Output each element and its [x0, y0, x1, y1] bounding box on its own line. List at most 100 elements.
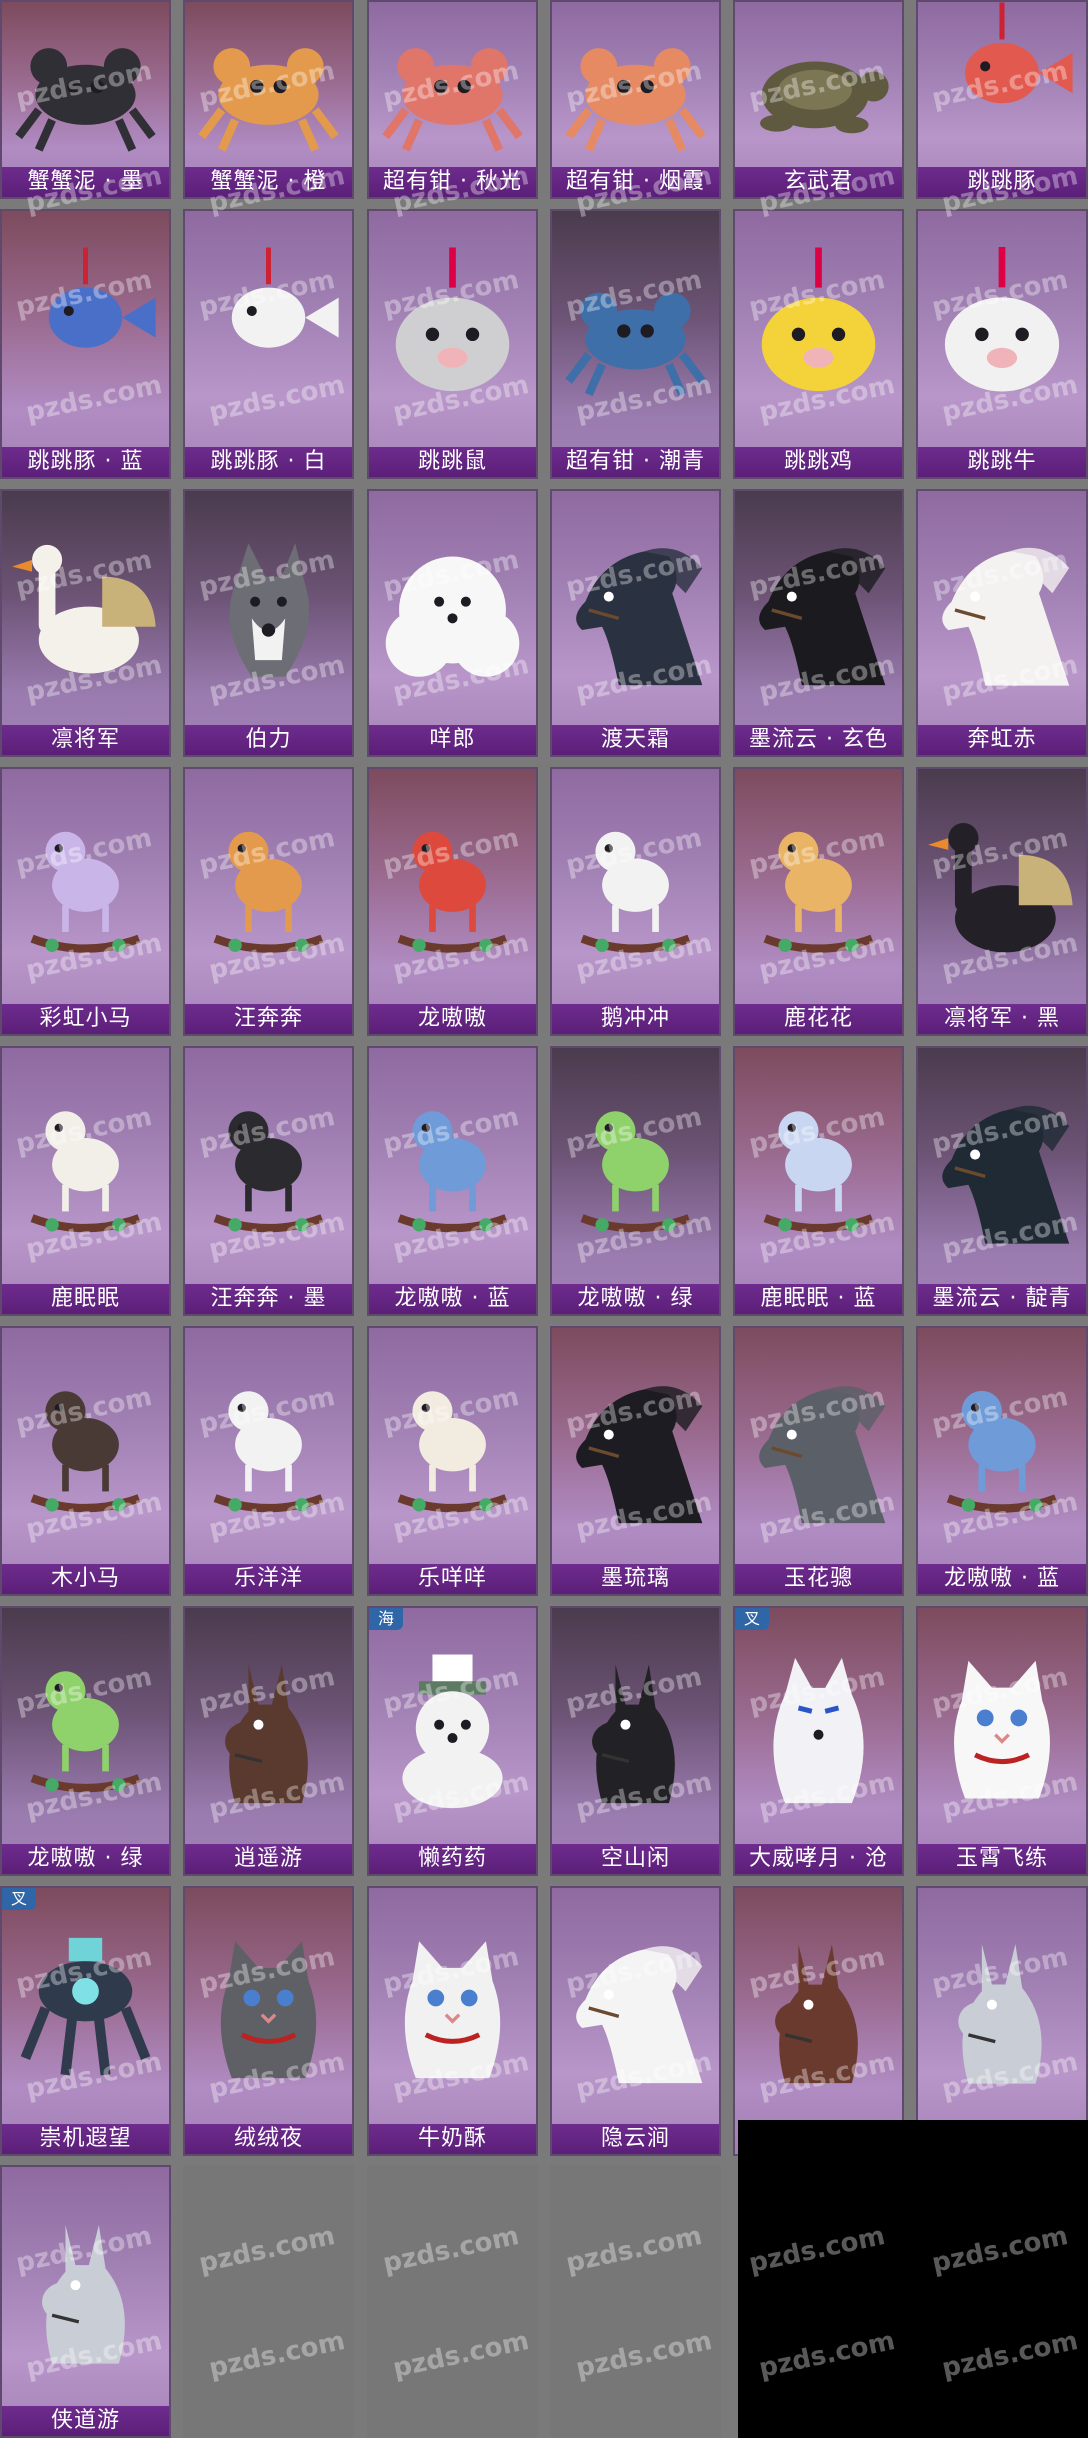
mount-name: 蟹蟹泥 · 墨 — [2, 167, 169, 197]
mount-card[interactable]: 墨流云 · 靛青 — [916, 1046, 1088, 1316]
mount-card[interactable]: 鹿眠眠 — [0, 1046, 171, 1316]
mount-card[interactable]: 咩郎 — [367, 489, 538, 757]
mount-image — [369, 211, 536, 451]
mount-card[interactable]: 叉崇机遐望 — [0, 1886, 171, 2156]
mount-image — [918, 1888, 1086, 2128]
mount-image — [735, 491, 902, 729]
mount-card[interactable]: 侠道游 — [0, 2165, 171, 2438]
mount-image — [2, 2167, 169, 2410]
mount-card[interactable]: 超有钳 · 潮青 — [550, 209, 721, 479]
mount-card[interactable]: 乐洋洋 — [183, 1326, 354, 1596]
mount-name: 玉霄飞练 — [918, 1844, 1086, 1874]
mount-card[interactable]: 乐咩咩 — [367, 1326, 538, 1596]
mount-card[interactable]: 玉花骢 — [733, 1326, 904, 1596]
mount-card[interactable] — [733, 1886, 904, 2156]
mount-image — [185, 2, 352, 171]
mount-image — [185, 1888, 352, 2128]
mount-name: 凛将军 — [2, 725, 169, 755]
mount-name: 墨琉璃 — [552, 1564, 719, 1594]
mount-card[interactable]: 伯力 — [183, 489, 354, 757]
mount-card[interactable]: 凛将军 — [0, 489, 171, 757]
mount-image — [918, 491, 1086, 729]
mount-card[interactable]: 逍遥游 — [183, 1606, 354, 1876]
mount-card[interactable]: 彩虹小马 — [0, 767, 171, 1036]
mount-card[interactable]: 汪奔奔 · 墨 — [183, 1046, 354, 1316]
mount-card[interactable]: 墨流云 · 玄色 — [733, 489, 904, 757]
mount-card[interactable]: 超有钳 · 烟霞 — [550, 0, 721, 199]
mount-image — [552, 2, 719, 171]
mount-name: 龙嗷嗷 · 蓝 — [918, 1564, 1086, 1594]
mount-card[interactable] — [916, 1886, 1088, 2156]
mount-name: 木小马 — [2, 1564, 169, 1594]
mount-card[interactable]: 蟹蟹泥 · 墨 — [0, 0, 171, 199]
mount-grid: 蟹蟹泥 · 墨 蟹蟹泥 · 橙 超有钳 · 秋光 超有钳 · 烟霞 玄武君 跳跳… — [0, 0, 1088, 2438]
mount-image — [369, 491, 536, 729]
mount-name: 跳跳豚 · 白 — [185, 447, 352, 477]
mount-name: 跳跳豚 — [918, 167, 1086, 197]
mount-card[interactable]: 龙嗷嗷 · 绿 — [550, 1046, 721, 1316]
mount-card[interactable]: 牛奶酥 — [367, 1886, 538, 2156]
mount-image — [735, 1328, 902, 1568]
mount-image — [918, 1048, 1086, 1288]
mount-card[interactable]: 奔虹赤 — [916, 489, 1088, 757]
mount-name: 跳跳豚 · 蓝 — [2, 447, 169, 477]
mount-card[interactable]: 叉大威哮月 · 沧 — [733, 1606, 904, 1876]
mount-card[interactable]: 跳跳鸡 — [733, 209, 904, 479]
mount-card[interactable]: 隐云涧 — [550, 1886, 721, 2156]
mount-card[interactable]: 渡天霜 — [550, 489, 721, 757]
mount-card[interactable]: 鹿眠眠 · 蓝 — [733, 1046, 904, 1316]
mount-name: 超有钳 · 潮青 — [552, 447, 719, 477]
mount-image — [735, 1888, 902, 2128]
blank-area — [738, 2120, 1088, 2438]
mount-card[interactable]: 跳跳鼠 — [367, 209, 538, 479]
mount-image — [369, 769, 536, 1008]
mount-card[interactable]: 跳跳豚 · 蓝 — [0, 209, 171, 479]
mount-image — [2, 2, 169, 171]
mount-name: 龙嗷嗷 — [369, 1004, 536, 1034]
mount-card[interactable]: 汪奔奔 — [183, 767, 354, 1036]
mount-image — [735, 211, 902, 451]
mount-image — [185, 1328, 352, 1568]
mount-card[interactable]: 蟹蟹泥 · 橙 — [183, 0, 354, 199]
mount-card[interactable]: 跳跳豚 · 白 — [183, 209, 354, 479]
mount-name: 侠道游 — [2, 2406, 169, 2436]
mount-name: 龙嗷嗷 · 绿 — [2, 1844, 169, 1874]
mount-name: 空山闲 — [552, 1844, 719, 1874]
mount-name: 玄武君 — [735, 167, 902, 197]
mount-name: 乐洋洋 — [185, 1564, 352, 1594]
mount-image — [369, 1608, 536, 1848]
mount-image — [552, 1608, 719, 1848]
mount-image — [552, 211, 719, 451]
mount-name: 鹿眠眠 — [2, 1284, 169, 1314]
mount-card[interactable]: 龙嗷嗷 · 蓝 — [916, 1326, 1088, 1596]
mount-name: 乐咩咩 — [369, 1564, 536, 1594]
mount-card[interactable]: 鹿花花 — [733, 767, 904, 1036]
mount-card[interactable]: 龙嗷嗷 — [367, 767, 538, 1036]
mount-card[interactable]: 墨琉璃 — [550, 1326, 721, 1596]
mount-image — [369, 1048, 536, 1288]
mount-card[interactable]: 绒绒夜 — [183, 1886, 354, 2156]
mount-name: 大威哮月 · 沧 — [735, 1844, 902, 1874]
mount-card[interactable]: 龙嗷嗷 · 蓝 — [367, 1046, 538, 1316]
mount-card[interactable]: 龙嗷嗷 · 绿 — [0, 1606, 171, 1876]
mount-name: 汪奔奔 · 墨 — [185, 1284, 352, 1314]
mount-image — [552, 1048, 719, 1288]
mount-image — [2, 491, 169, 729]
mount-card[interactable]: 空山闲 — [550, 1606, 721, 1876]
mount-name: 蟹蟹泥 · 橙 — [185, 167, 352, 197]
empty-slot — [550, 2165, 721, 2438]
mount-name: 渡天霜 — [552, 725, 719, 755]
mount-card[interactable]: 跳跳牛 — [916, 209, 1088, 479]
mount-card[interactable]: 鹅冲冲 — [550, 767, 721, 1036]
mount-card[interactable]: 跳跳豚 — [916, 0, 1088, 199]
mount-card[interactable]: 木小马 — [0, 1326, 171, 1596]
mount-card[interactable]: 玄武君 — [733, 0, 904, 199]
mount-image — [552, 1328, 719, 1568]
mount-name: 鹅冲冲 — [552, 1004, 719, 1034]
mount-name: 鹿眠眠 · 蓝 — [735, 1284, 902, 1314]
mount-card[interactable]: 玉霄飞练 — [916, 1606, 1088, 1876]
mount-name: 鹿花花 — [735, 1004, 902, 1034]
mount-card[interactable]: 凛将军 · 黑 — [916, 767, 1088, 1036]
mount-card[interactable]: 海懒药药 — [367, 1606, 538, 1876]
mount-card[interactable]: 超有钳 · 秋光 — [367, 0, 538, 199]
